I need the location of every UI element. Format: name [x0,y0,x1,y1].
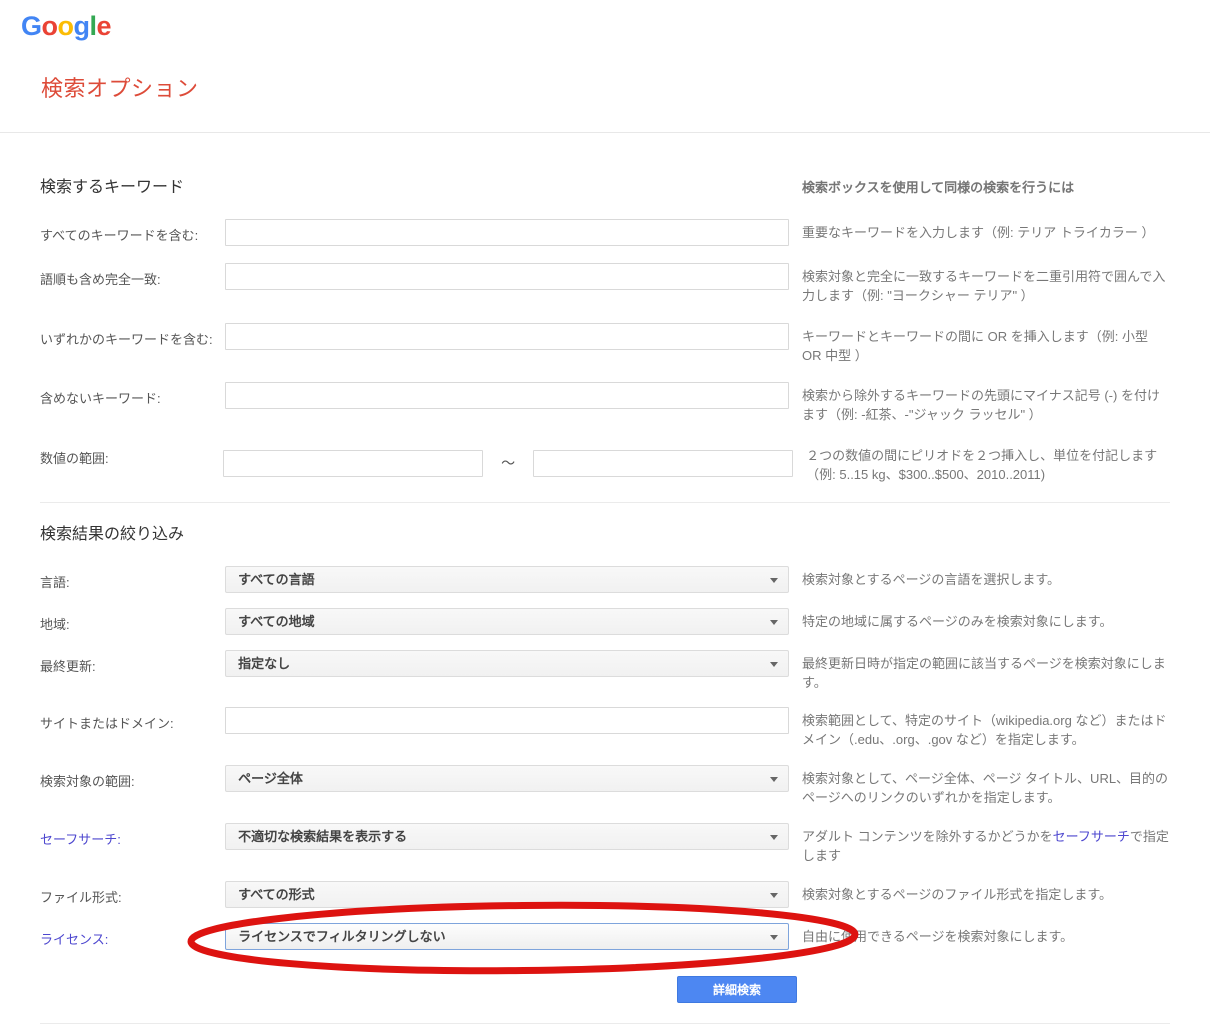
google-logo[interactable]: Google [0,0,1210,40]
none-keywords-hint: 検索から除外するキーワードの先頭にマイナス記号 (-) を付けます（例: -紅茶… [802,382,1170,425]
safesearch-select-value: 不適切な検索結果を表示する [238,829,407,844]
region-label: 地域: [40,608,225,635]
logo-letter: g [74,11,90,41]
number-range-hint: ２つの数値の間にピリオドを２つ挿入し、単位を付記します（例: 5..15 kg、… [806,442,1170,485]
page-title: 検索オプション [41,76,1210,102]
license-select-value: ライセンスでフィルタリングしない [238,929,445,944]
row-file-type: ファイル形式: すべての形式 検索対象とするページのファイル形式を指定します。 [40,881,1170,908]
logo-letter: o [58,11,74,41]
site-domain-label: サイトまたはドメイン: [40,707,225,750]
none-keywords-input[interactable] [225,382,789,409]
region-select[interactable]: すべての地域 [225,608,789,635]
language-hint: 検索対象とするページの言語を選択します。 [802,566,1170,593]
terms-appearing-label: 検索対象の範囲: [40,765,225,808]
row-safesearch: セーフサーチ: 不適切な検索結果を表示する アダルト コンテンツを除外するかどう… [40,823,1170,866]
safesearch-select[interactable]: 不適切な検索結果を表示する [225,823,789,850]
searchbox-help-heading: 検索ボックスを使用して同様の検索を行うには [802,177,1170,196]
logo-letter: G [21,11,42,41]
file-type-label: ファイル形式: [40,881,225,908]
row-terms-appearing: 検索対象の範囲: ページ全体 検索対象として、ページ全体、ページ タイトル、UR… [40,765,1170,808]
language-label: 言語: [40,566,225,593]
all-keywords-hint: 重要なキーワードを入力します（例: テリア トライカラー ） [802,219,1170,246]
page-header: Google 検索オプション [0,0,1210,133]
logo-letter: e [97,11,112,41]
row-license: ライセンス: ライセンスでフィルタリングしない 自由に使用できるページを検索対象… [40,923,1170,950]
file-type-hint: 検索対象とするページのファイル形式を指定します。 [802,881,1170,908]
refine-section-heading: 検索結果の絞り込み [40,525,797,544]
safesearch-hint: アダルト コンテンツを除外するかどうかをセーフサーチで指定します [802,823,1170,866]
site-domain-input[interactable] [225,707,789,734]
chevron-down-icon [770,620,778,625]
none-keywords-label: 含めないキーワード: [40,382,225,425]
row-number-range: 数値の範囲: ～ ２つの数値の間にピリオドを２つ挿入し、単位を付記します（例: … [40,442,1170,485]
exact-phrase-hint: 検索対象と完全に一致するキーワードを二重引用符で囲んで入力します（例: "ヨーク… [802,263,1170,306]
exact-phrase-label: 語順も含め完全一致: [40,263,225,306]
row-language: 言語: すべての言語 検索対象とするページの言語を選択します。 [40,566,1170,593]
region-select-value: すべての地域 [238,614,315,629]
license-label-link[interactable]: ライセンス: [40,923,225,950]
row-last-update: 最終更新: 指定なし 最終更新日時が指定の範囲に該当するページを検索対象にします… [40,650,1170,693]
section-refine: 検索結果の絞り込み 言語: すべての言語 検索対象とするページの言語を選択します… [0,503,1210,1003]
language-select-value: すべての言語 [238,572,315,587]
file-type-select[interactable]: すべての形式 [225,881,789,908]
exact-phrase-input[interactable] [225,263,789,290]
last-update-select[interactable]: 指定なし [225,650,789,677]
chevron-down-icon [770,578,778,583]
last-update-select-value: 指定なし [238,656,290,671]
row-any-keywords: いずれかのキーワードを含む: キーワードとキーワードの間に OR を挿入します（… [40,323,1170,366]
language-select[interactable]: すべての言語 [225,566,789,593]
keywords-section-heading: 検索するキーワード [40,178,789,197]
row-exact-phrase: 語順も含め完全一致: 検索対象と完全に一致するキーワードを二重引用符で囲んで入力… [40,263,1170,306]
safesearch-label-link[interactable]: セーフサーチ: [40,823,225,866]
terms-appearing-select[interactable]: ページ全体 [225,765,789,792]
number-range-low-input[interactable] [223,450,483,477]
logo-letter: l [90,11,97,41]
chevron-down-icon [770,835,778,840]
any-keywords-input[interactable] [225,323,789,350]
chevron-down-icon [770,662,778,667]
chevron-down-icon [770,935,778,940]
divider [40,1023,1170,1024]
logo-letter: o [42,11,58,41]
region-hint: 特定の地域に属するページのみを検索対象にします。 [802,608,1170,635]
row-region: 地域: すべての地域 特定の地域に属するページのみを検索対象にします。 [40,608,1170,635]
any-keywords-hint: キーワードとキーワードの間に OR を挿入します（例: 小型 OR 中型 ） [802,323,1170,366]
license-select[interactable]: ライセンスでフィルタリングしない [225,923,789,950]
safesearch-hint-text: アダルト コンテンツを除外するかどうかを [802,829,1053,844]
row-none-keywords: 含めないキーワード: 検索から除外するキーワードの先頭にマイナス記号 (-) を… [40,382,1170,425]
terms-appearing-hint: 検索対象として、ページ全体、ページ タイトル、URL、目的のページへのリンクのい… [802,765,1170,808]
last-update-label: 最終更新: [40,650,225,693]
section-keywords: 検索するキーワード 検索ボックスを使用して同様の検索を行うには すべてのキーワー… [0,133,1210,485]
number-range-label: 数値の範囲: [40,442,223,485]
range-tilde-separator: ～ [483,453,533,473]
license-hint: 自由に使用できるページを検索対象にします。 [802,923,1170,950]
file-type-select-value: すべての形式 [238,887,315,902]
all-keywords-label: すべてのキーワードを含む: [40,219,225,246]
terms-appearing-select-value: ページ全体 [238,771,303,786]
row-all-keywords: すべてのキーワードを含む: 重要なキーワードを入力します（例: テリア トライカ… [40,219,1170,246]
chevron-down-icon [770,893,778,898]
safesearch-hint-link[interactable]: セーフサーチ [1053,829,1130,844]
site-domain-hint: 検索範囲として、特定のサイト（wikipedia.org など）またはドメイン（… [802,707,1170,750]
advanced-search-button[interactable]: 詳細検索 [677,976,797,1003]
row-site-domain: サイトまたはドメイン: 検索範囲として、特定のサイト（wikipedia.org… [40,707,1170,750]
chevron-down-icon [770,777,778,782]
any-keywords-label: いずれかのキーワードを含む: [40,323,225,366]
all-keywords-input[interactable] [225,219,789,246]
last-update-hint: 最終更新日時が指定の範囲に該当するページを検索対象にします。 [802,650,1170,693]
number-range-high-input[interactable] [533,450,793,477]
